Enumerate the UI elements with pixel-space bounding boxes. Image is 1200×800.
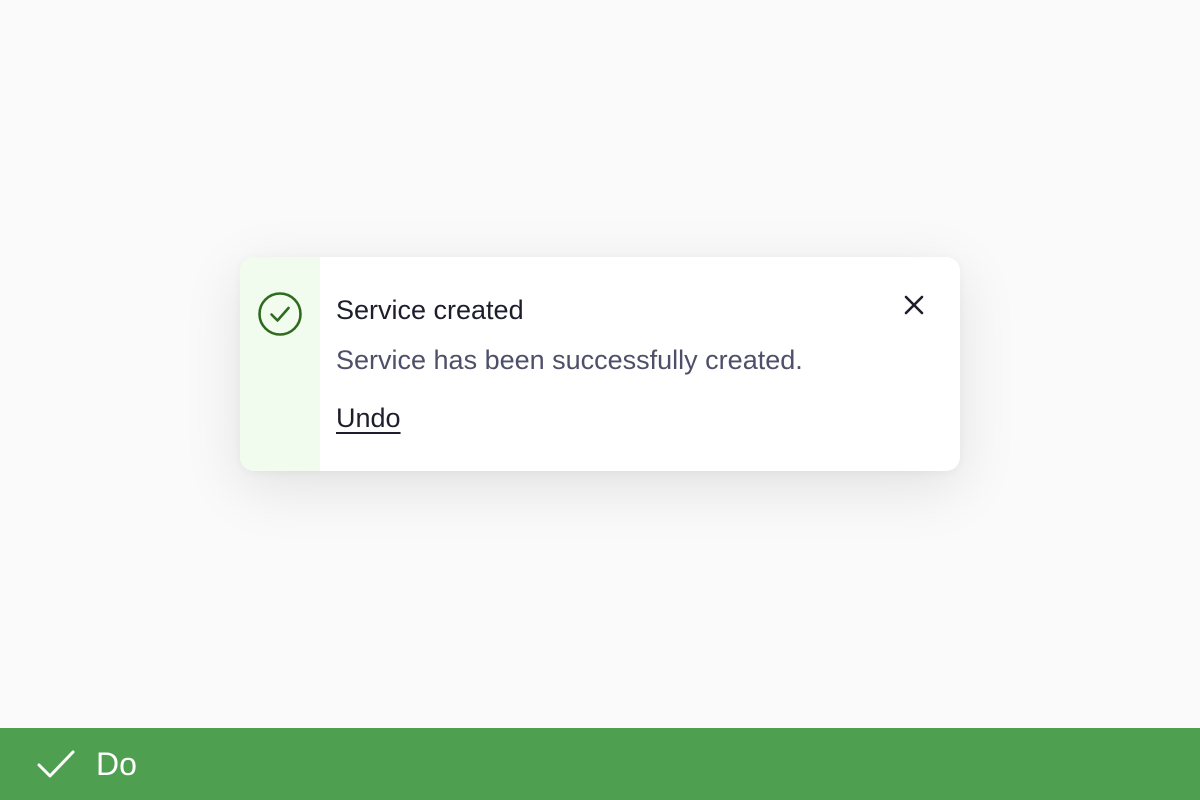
undo-button[interactable]: Undo: [336, 403, 401, 434]
toast-title: Service created: [336, 295, 524, 325]
toast-status-rail: [240, 257, 320, 471]
page-canvas: Service created Service has been success…: [0, 0, 1200, 800]
success-toast: Service created Service has been success…: [240, 257, 960, 471]
do-guideline-banner: Do: [0, 728, 1200, 800]
close-icon: [904, 295, 924, 315]
check-icon: [37, 750, 75, 778]
do-label: Do: [96, 745, 137, 782]
toast-content: Service created Service has been success…: [320, 257, 960, 471]
close-button[interactable]: [898, 289, 930, 321]
toast-message: Service has been successfully created.: [336, 345, 803, 375]
success-check-circle-icon: [258, 292, 302, 336]
